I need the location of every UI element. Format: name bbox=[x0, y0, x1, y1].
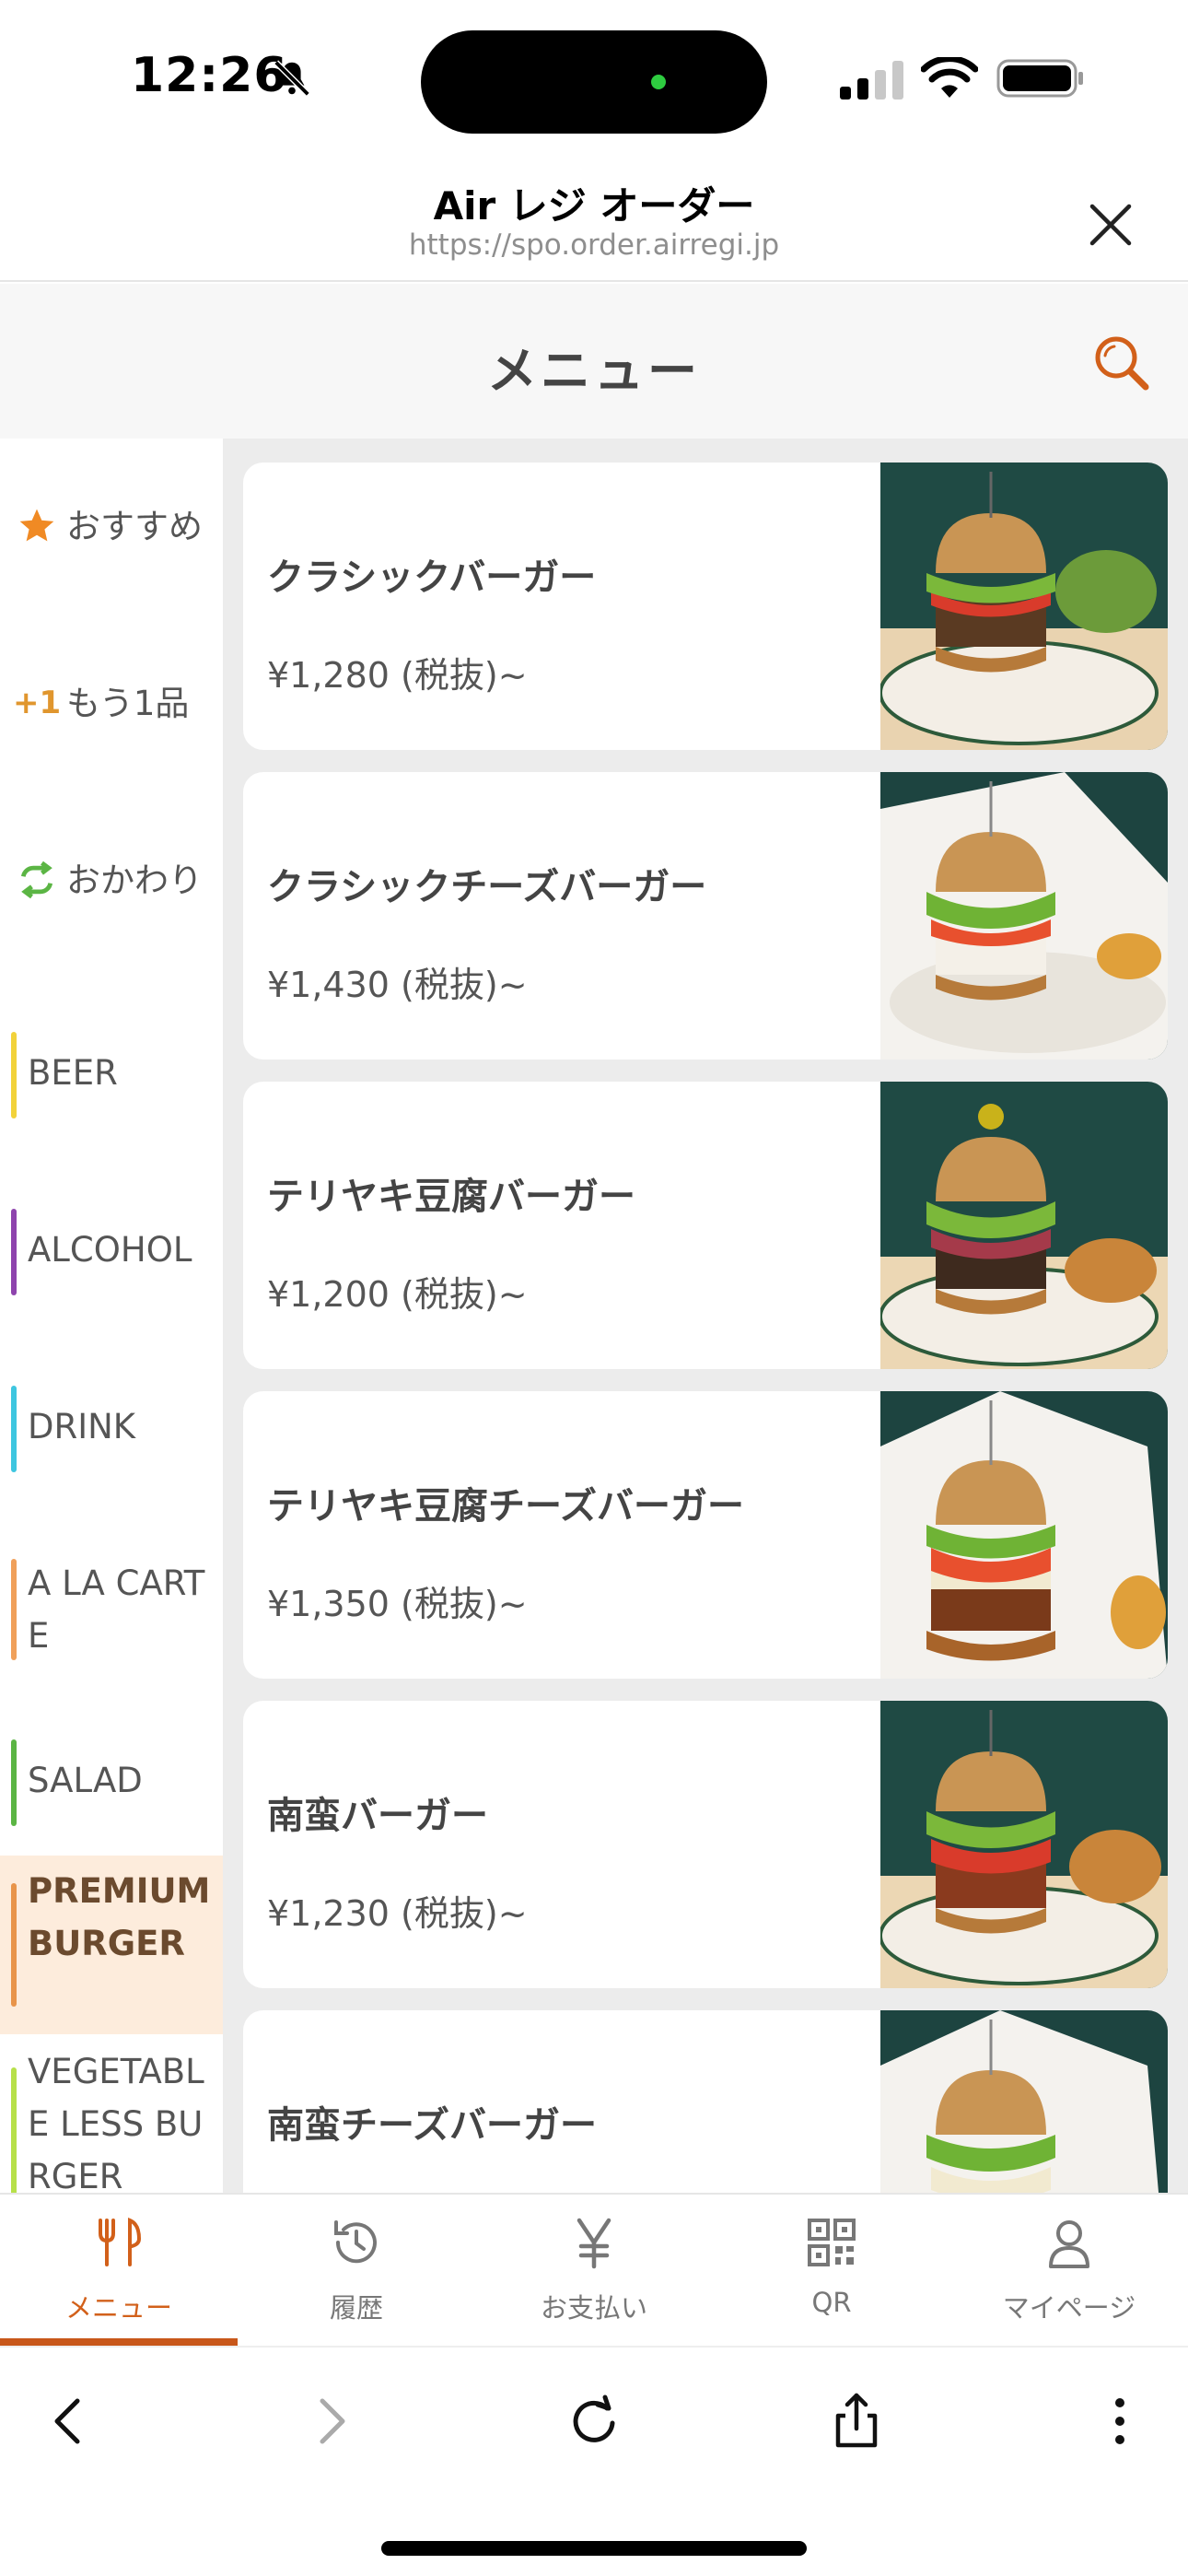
bottom-tab-bar: メニュー 履歴 お支払い QR マイページ bbox=[0, 2193, 1188, 2346]
star-icon bbox=[19, 509, 54, 542]
history-icon bbox=[334, 2220, 377, 2264]
page-title: メニュー bbox=[487, 342, 701, 400]
more-options-icon[interactable] bbox=[1083, 2384, 1157, 2458]
tab-qr[interactable]: QR bbox=[713, 2195, 950, 2346]
sidebar-item-a-la-carte[interactable]: A LA CARTE bbox=[0, 1522, 223, 1697]
category-color-bar bbox=[11, 1386, 17, 1472]
active-tab-indicator bbox=[0, 2338, 238, 2346]
category-color-bar bbox=[11, 1209, 17, 1295]
menu-item-price: ¥1,200 (税抜)~ bbox=[267, 1274, 528, 1315]
browser-toolbar bbox=[0, 2346, 1188, 2576]
tab-mypage[interactable]: マイページ bbox=[950, 2195, 1188, 2346]
menu-item-name: 南蛮チーズバーガー bbox=[267, 2104, 597, 2147]
sidebar-item-label: A LA CARTE bbox=[28, 1563, 205, 1656]
sidebar-item-label: おすすめ bbox=[66, 506, 203, 546]
burger-photo bbox=[880, 1082, 1168, 1369]
close-icon[interactable] bbox=[1087, 201, 1135, 249]
plus-one-icon: +1 bbox=[13, 685, 62, 721]
burger-photo bbox=[880, 1391, 1168, 1679]
burger-photo bbox=[880, 772, 1168, 1060]
dynamic-island bbox=[421, 30, 767, 134]
sidebar-item-label: SALAD bbox=[28, 1761, 143, 1800]
tab-payment[interactable]: お支払い bbox=[475, 2195, 713, 2346]
category-color-bar bbox=[11, 1559, 17, 1660]
sidebar-item-one-more[interactable]: +1 もう1品 bbox=[0, 671, 223, 735]
category-color-bar bbox=[11, 1883, 17, 2007]
site-title: Air レジ オーダー bbox=[433, 183, 755, 228]
yen-icon bbox=[577, 2218, 611, 2269]
tab-label: メニュー bbox=[64, 2292, 172, 2324]
cellular-signal-icon bbox=[840, 61, 903, 100]
menu-item-price: ¥1,350 (税抜)~ bbox=[267, 1584, 528, 1624]
sidebar-item-label: PREMIUM BURGER bbox=[28, 1871, 211, 1963]
menu-item-card[interactable]: テリヤキ豆腐チーズバーガー ¥1,350 (税抜)~ bbox=[243, 1391, 1168, 1679]
menu-item-name: テリヤキ豆腐バーガー bbox=[267, 1176, 635, 1218]
tab-label: お支払い bbox=[540, 2292, 647, 2324]
category-sidebar: おすすめ +1 もう1品 おかわり BEER ALCOHOL DRINK A L… bbox=[0, 439, 223, 2193]
tab-label: 履歴 bbox=[329, 2292, 383, 2324]
camera-indicator bbox=[651, 75, 666, 89]
sidebar-item-refill[interactable]: おかわり bbox=[0, 848, 223, 912]
category-color-bar bbox=[11, 1739, 17, 1826]
sidebar-item-drink[interactable]: DRINK bbox=[0, 1360, 223, 1494]
burger-photo bbox=[880, 463, 1168, 750]
status-time: 12:26 bbox=[131, 48, 288, 103]
sidebar-item-label: おかわり bbox=[66, 860, 203, 900]
site-url: https://spo.order.airregi.jp bbox=[408, 228, 780, 262]
wifi-icon bbox=[921, 57, 978, 98]
menu-item-name: テリヤキ豆腐チーズバーガー bbox=[267, 1485, 744, 1528]
person-icon bbox=[1049, 2220, 1089, 2268]
menu-item-price: ¥1,230 (税抜)~ bbox=[267, 1893, 528, 1934]
menu-item-card[interactable]: テリヤキ豆腐バーガー ¥1,200 (税抜)~ bbox=[243, 1082, 1168, 1369]
fork-knife-icon bbox=[99, 2218, 142, 2266]
menu-item-name: クラシックバーガー bbox=[267, 556, 597, 599]
sidebar-item-beer[interactable]: BEER bbox=[0, 1006, 223, 1141]
qr-code-icon bbox=[808, 2219, 856, 2266]
sidebar-item-recommended[interactable]: おすすめ bbox=[0, 494, 223, 558]
bell-muted-icon bbox=[274, 60, 310, 97]
search-icon[interactable] bbox=[1092, 334, 1151, 392]
back-icon[interactable] bbox=[33, 2384, 107, 2458]
menu-item-price: ¥1,430 (税抜)~ bbox=[267, 965, 528, 1005]
menu-item-name: 南蛮バーガー bbox=[267, 1795, 488, 1837]
sidebar-item-vegetable-less-burger[interactable]: VEGETABLE LESS BURGER bbox=[0, 2045, 223, 2193]
sidebar-item-salad[interactable]: SALAD bbox=[0, 1714, 223, 1848]
sidebar-item-premium-burger[interactable]: PREMIUM BURGER bbox=[0, 1856, 223, 2034]
menu-item-card[interactable]: 南蛮チーズバーガー bbox=[243, 2010, 1168, 2193]
burger-photo bbox=[880, 2010, 1168, 2193]
sidebar-item-label: もう1品 bbox=[66, 683, 190, 723]
menu-item-card[interactable]: 南蛮バーガー ¥1,230 (税抜)~ bbox=[243, 1701, 1168, 1988]
sidebar-item-label: ALCOHOL bbox=[28, 1230, 192, 1270]
battery-icon bbox=[996, 59, 1083, 98]
browser-header: Air レジ オーダー https://spo.order.airregi.jp bbox=[0, 157, 1188, 282]
home-indicator bbox=[381, 2541, 807, 2556]
sidebar-item-label: BEER bbox=[28, 1053, 118, 1093]
app-header: メニュー bbox=[0, 284, 1188, 439]
status-bar: 12:26 bbox=[0, 0, 1188, 157]
tab-history[interactable]: 履歴 bbox=[238, 2195, 475, 2346]
forward-icon[interactable] bbox=[293, 2384, 367, 2458]
tab-label: マイページ bbox=[1002, 2292, 1136, 2324]
main-content: おすすめ +1 もう1品 おかわり BEER ALCOHOL DRINK A L… bbox=[0, 439, 1188, 2193]
sidebar-item-label: DRINK bbox=[28, 1407, 136, 1446]
share-icon[interactable] bbox=[820, 2384, 893, 2458]
reload-icon[interactable] bbox=[557, 2384, 631, 2458]
sidebar-item-label: VEGETABLE LESS BURGER bbox=[28, 2052, 204, 2193]
burger-photo bbox=[880, 1701, 1168, 1988]
tab-menu[interactable]: メニュー bbox=[0, 2195, 238, 2346]
category-color-bar bbox=[11, 1032, 17, 1118]
menu-item-card[interactable]: クラシックチーズバーガー ¥1,430 (税抜)~ bbox=[243, 772, 1168, 1060]
menu-item-name: クラシックチーズバーガー bbox=[267, 866, 707, 908]
category-color-bar bbox=[11, 2067, 17, 2193]
menu-item-price: ¥1,280 (税抜)~ bbox=[267, 655, 528, 696]
refill-icon bbox=[20, 861, 53, 899]
sidebar-item-alcohol[interactable]: ALCOHOL bbox=[0, 1183, 223, 1317]
tab-label: QR bbox=[811, 2287, 852, 2318]
menu-item-card[interactable]: クラシックバーガー ¥1,280 (税抜)~ bbox=[243, 463, 1168, 750]
